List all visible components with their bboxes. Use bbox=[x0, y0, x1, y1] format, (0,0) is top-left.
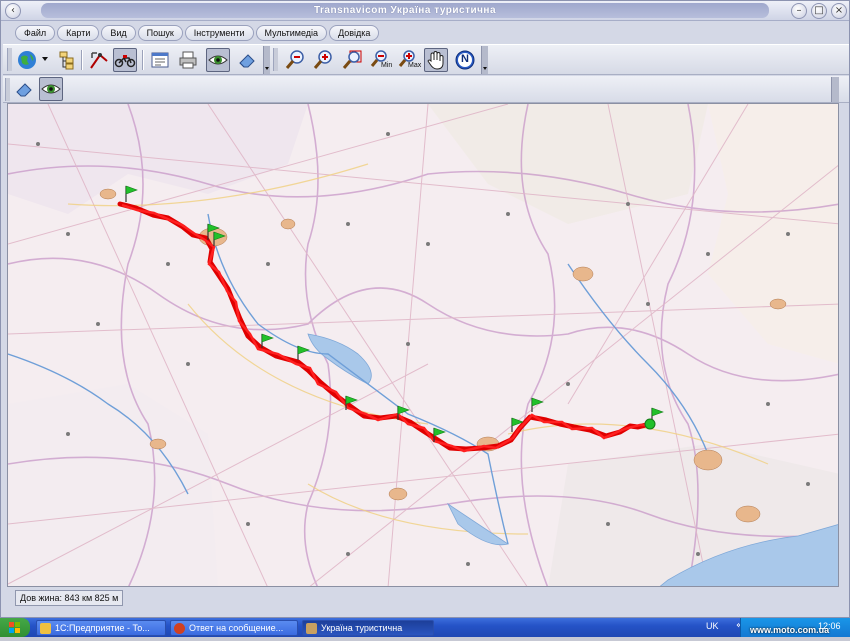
title-bar[interactable]: ‹ Transnavicom Україна туристична – □ × bbox=[1, 1, 849, 21]
eye-button[interactable] bbox=[206, 48, 230, 72]
layers-button[interactable] bbox=[55, 48, 79, 72]
taskbar: 1С:Предприятие - То... Ответ на сообщени… bbox=[0, 618, 850, 637]
secondary-toolbar bbox=[3, 76, 849, 103]
main-toolbar: Min Max N bbox=[3, 44, 849, 75]
close-button[interactable]: × bbox=[831, 3, 847, 19]
language-indicator[interactable]: UK bbox=[706, 621, 719, 631]
map-app-icon bbox=[306, 623, 317, 634]
eye-button-secondary[interactable] bbox=[39, 77, 63, 101]
layers-icon bbox=[59, 51, 74, 70]
hand-pan-button[interactable] bbox=[424, 48, 448, 72]
app-1c-icon bbox=[40, 623, 51, 634]
eye-icon bbox=[41, 84, 61, 94]
tray-clock: 12:06 bbox=[818, 621, 841, 631]
toolbar-grip[interactable] bbox=[273, 48, 278, 71]
taskbar-item-map-app[interactable]: Україна туристична bbox=[302, 620, 434, 636]
menu-file[interactable]: Файл bbox=[15, 25, 56, 41]
toolbar-overflow-button[interactable] bbox=[831, 77, 839, 102]
menu-tools[interactable]: Інструменти bbox=[184, 25, 254, 41]
properties-icon bbox=[151, 52, 169, 68]
taskbar-item-label: 1С:Предприятие - То... bbox=[55, 623, 150, 633]
north-label: N bbox=[461, 53, 469, 65]
north-button[interactable]: N bbox=[453, 48, 477, 72]
status-bar: Дов жина: 843 км 825 м bbox=[3, 589, 849, 607]
zoom-min-label: Min bbox=[381, 62, 393, 69]
zoom-area-icon bbox=[342, 50, 362, 69]
maximize-button[interactable]: □ bbox=[811, 3, 827, 19]
zoom-max-label: Max bbox=[408, 62, 422, 69]
minimize-icon: – bbox=[796, 5, 802, 16]
route-measure-icon bbox=[90, 52, 108, 69]
taskbar-item-1c[interactable]: 1С:Предприятие - То... bbox=[36, 620, 166, 636]
zoom-max-button[interactable]: Max bbox=[397, 48, 421, 72]
properties-button[interactable] bbox=[148, 48, 172, 72]
menu-bar: Файл Карти Вид Пошук Інструменти Мультим… bbox=[15, 25, 380, 42]
menu-maps[interactable]: Карти bbox=[57, 25, 100, 41]
start-button[interactable] bbox=[0, 618, 30, 637]
taskbar-item-label: Ответ на сообщение... bbox=[189, 623, 284, 633]
print-icon bbox=[179, 51, 197, 69]
eraser-button[interactable] bbox=[235, 48, 259, 72]
hand-pan-icon bbox=[427, 50, 444, 70]
menu-search[interactable]: Пошук bbox=[137, 25, 183, 41]
maximize-icon: □ bbox=[814, 5, 824, 16]
route-end-marker bbox=[644, 418, 656, 430]
globe-dropdown-icon[interactable] bbox=[42, 57, 48, 61]
taskbar-item-browser[interactable]: Ответ на сообщение... bbox=[170, 620, 298, 636]
toolbar-overflow-button[interactable] bbox=[481, 46, 488, 74]
menu-help[interactable]: Довідка bbox=[329, 25, 380, 41]
toolbar-separator bbox=[81, 50, 83, 70]
system-menu-button[interactable]: ‹ bbox=[5, 3, 21, 19]
map-svg bbox=[8, 104, 838, 586]
chevron-left-icon: ‹ bbox=[11, 5, 15, 16]
zoom-out-icon bbox=[285, 50, 304, 69]
windows-logo-icon bbox=[9, 622, 20, 633]
zoom-in-icon bbox=[313, 50, 332, 69]
toolbar-overflow-button[interactable] bbox=[263, 46, 270, 74]
toolbar-grip[interactable] bbox=[5, 78, 10, 101]
eraser-icon bbox=[16, 83, 32, 97]
route-length-status: Дов жина: 843 км 825 м bbox=[15, 590, 124, 606]
menu-view[interactable]: Вид bbox=[101, 25, 136, 41]
motorbike-icon bbox=[114, 55, 136, 68]
minimize-button[interactable]: – bbox=[791, 3, 807, 19]
app-window: ‹ Transnavicom Україна туристична – □ × … bbox=[0, 0, 850, 618]
eraser-icon bbox=[239, 54, 255, 68]
taskbar-item-label: Україна туристична bbox=[321, 623, 403, 633]
zoom-in-button[interactable] bbox=[311, 48, 335, 72]
close-icon: × bbox=[834, 5, 844, 16]
menu-multimedia[interactable]: Мультимедіа bbox=[255, 25, 328, 41]
browser-icon bbox=[174, 623, 185, 634]
zoom-area-button[interactable] bbox=[340, 48, 364, 72]
print-button[interactable] bbox=[176, 48, 200, 72]
motorbike-button[interactable] bbox=[113, 48, 137, 72]
eye-icon bbox=[208, 55, 228, 65]
toolbar-separator bbox=[142, 50, 144, 70]
zoom-out-button[interactable] bbox=[283, 48, 307, 72]
zoom-min-button[interactable]: Min bbox=[369, 48, 393, 72]
route-measure-button[interactable] bbox=[87, 48, 111, 72]
map-canvas[interactable] bbox=[7, 103, 839, 587]
window-title: Transnavicom Україна туристична bbox=[41, 3, 769, 18]
eraser-button-secondary[interactable] bbox=[12, 77, 36, 101]
globe-icon bbox=[18, 51, 36, 69]
toolbar-grip[interactable] bbox=[7, 48, 12, 71]
globe-button[interactable] bbox=[15, 48, 39, 72]
